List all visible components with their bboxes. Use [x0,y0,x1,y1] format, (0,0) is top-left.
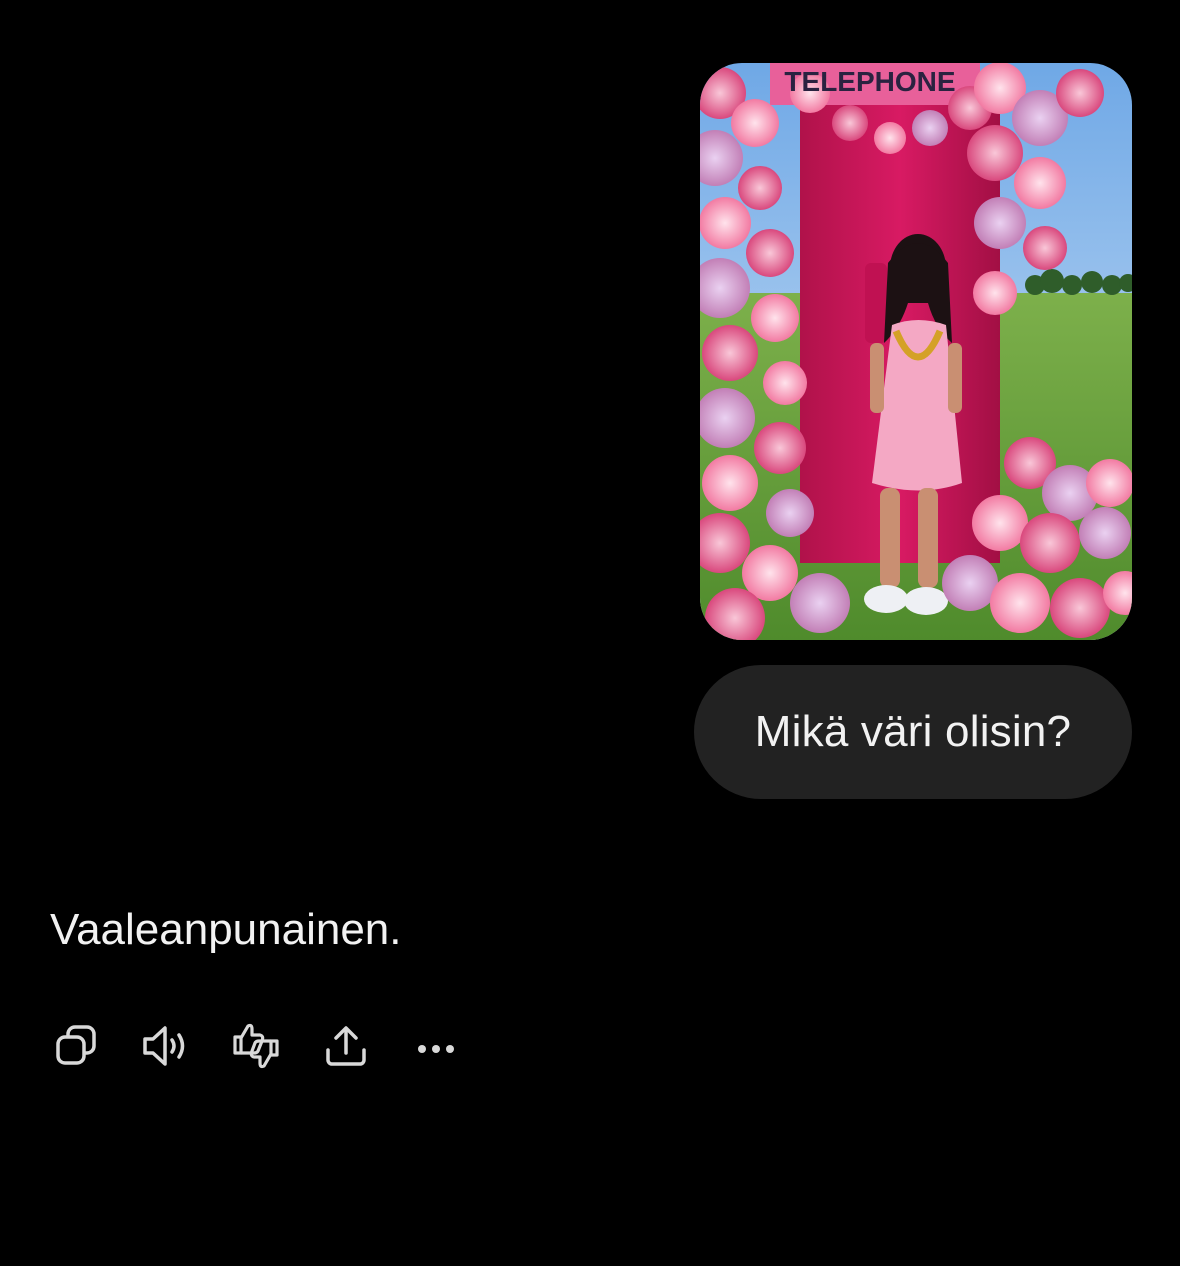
chat-screen: TELEPHONE Mikä väri olisin? Vaaleanpunai… [0,0,1180,1266]
share-button[interactable] [318,1018,374,1074]
share-icon [326,1026,366,1066]
more-button[interactable] [408,1018,464,1074]
speaker-icon [143,1026,185,1066]
telephone-sign-text: TELEPHONE [784,66,955,97]
read-aloud-button[interactable] [138,1018,194,1074]
user-message-text: Mikä väri olisin? [754,707,1072,756]
feedback-button[interactable] [228,1018,284,1074]
user-message-bubble: Mikä väri olisin? [694,665,1132,799]
user-image-attachment[interactable]: TELEPHONE [700,63,1132,640]
message-actions-toolbar [48,1018,498,1074]
more-icon [418,1045,454,1053]
copy-button[interactable] [48,1018,104,1074]
photo-illustration: TELEPHONE [700,63,1132,640]
assistant-message-text: Vaaleanpunainen. [50,905,402,954]
thumbs-up-down-icon [233,1023,279,1069]
copy-icon [56,1025,96,1065]
